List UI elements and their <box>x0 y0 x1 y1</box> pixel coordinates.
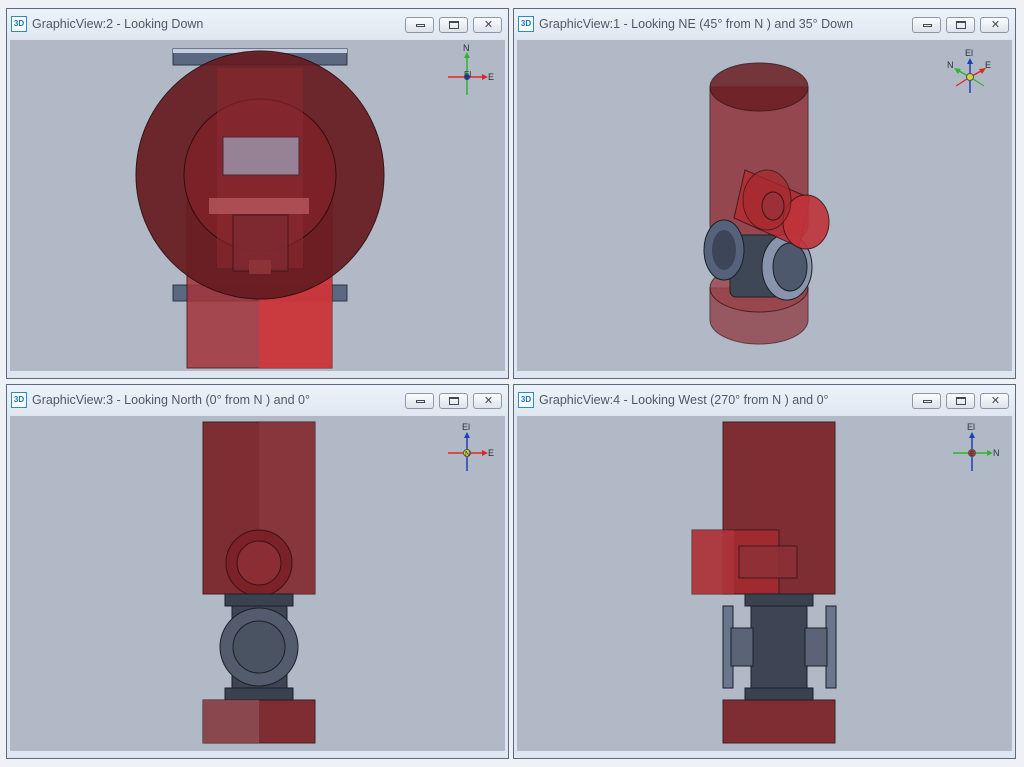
maximize-icon <box>449 397 459 405</box>
axis-label-center: E <box>970 451 975 458</box>
maximize-button[interactable] <box>439 393 468 409</box>
view-pane-looking-down[interactable]: 3D GraphicView:2 - Looking Down ✕ N E El <box>6 8 509 379</box>
axis-triad: N E El <box>448 43 494 95</box>
valve-bottom-flange <box>224 687 294 701</box>
valve-bottom-flange <box>744 687 814 701</box>
axis-label-center: El <box>464 70 471 79</box>
branch-pipe-lit <box>692 530 734 594</box>
maximize-icon <box>956 21 966 29</box>
minimize-icon <box>923 24 932 27</box>
model-render: El N E <box>691 421 1000 744</box>
pane-title: GraphicView:3 - Looking North (0° from N… <box>32 393 310 407</box>
pane-title: GraphicView:4 - Looking West (270° from … <box>539 393 829 407</box>
app-window: 3D GraphicView:2 - Looking Down ✕ N E El… <box>0 0 1024 767</box>
minimize-button[interactable] <box>912 17 941 33</box>
minimize-icon <box>416 400 425 403</box>
nozzle-left <box>730 627 754 667</box>
minimize-button[interactable] <box>912 393 941 409</box>
valve-flange-right-inner <box>772 242 808 292</box>
minimize-icon <box>416 24 425 27</box>
axis-triad: El N E <box>953 422 1000 471</box>
3d-viewport[interactable]: El N E <box>517 416 1012 751</box>
close-icon: ✕ <box>990 395 1001 407</box>
model-render: El E N <box>202 421 494 744</box>
model-render: El E N <box>703 48 991 345</box>
3d-view-icon: 3D <box>11 16 27 32</box>
valve-flange-left-inner <box>712 230 736 270</box>
3d-view-icon: 3D <box>11 392 27 408</box>
close-button[interactable]: ✕ <box>473 393 502 409</box>
3d-view-icon: 3D <box>518 392 534 408</box>
upper-cylinder-cap <box>709 62 809 112</box>
view-pane-looking-west[interactable]: 3D GraphicView:4 - Looking West (270° fr… <box>513 384 1016 759</box>
close-button[interactable]: ✕ <box>980 17 1009 33</box>
valve-face-inner <box>232 620 286 674</box>
valve-yoke <box>209 198 309 214</box>
branch-inner <box>236 540 282 586</box>
pane-titlebar[interactable]: 3D GraphicView:4 - Looking West (270° fr… <box>514 385 1015 415</box>
pane-titlebar[interactable]: 3D GraphicView:3 - Looking North (0° fro… <box>7 385 508 415</box>
axis-label-left: N <box>947 60 954 70</box>
axis-label-up: El <box>462 422 470 432</box>
axis-triad: El E N <box>947 48 991 93</box>
lower-pipe <box>722 699 836 744</box>
pane-titlebar[interactable]: 3D GraphicView:2 - Looking Down ✕ <box>7 9 508 39</box>
model-render: N E El <box>135 43 494 369</box>
lower-pipe-lit <box>203 700 259 743</box>
minimize-button[interactable] <box>405 393 434 409</box>
nozzle-right <box>804 627 828 667</box>
valve-top-flange <box>224 593 294 607</box>
close-button[interactable]: ✕ <box>980 393 1009 409</box>
close-icon: ✕ <box>483 19 494 31</box>
maximize-icon <box>956 397 966 405</box>
axis-label-right: E <box>985 60 991 70</box>
pane-title: GraphicView:1 - Looking NE (45° from N )… <box>539 17 854 31</box>
window-controls: ✕ <box>912 393 1009 409</box>
pane-title: GraphicView:2 - Looking Down <box>32 17 204 31</box>
axis-label-up: El <box>967 422 975 432</box>
maximize-button[interactable] <box>439 17 468 33</box>
window-controls: ✕ <box>405 393 502 409</box>
valve-bonnet <box>222 136 300 176</box>
window-controls: ✕ <box>405 17 502 33</box>
axis-label-right: N <box>993 448 1000 458</box>
pane-titlebar[interactable]: 3D GraphicView:1 - Looking NE (45° from … <box>514 9 1015 39</box>
3d-view-icon: 3D <box>518 16 534 32</box>
valve-stem <box>249 260 271 274</box>
maximize-button[interactable] <box>946 393 975 409</box>
axis-label-up: El <box>965 48 973 58</box>
branch-bore <box>761 191 785 221</box>
axis-triad: El E N <box>448 422 494 471</box>
minimize-icon <box>923 400 932 403</box>
maximize-button[interactable] <box>946 17 975 33</box>
view-pane-looking-north[interactable]: 3D GraphicView:3 - Looking North (0° fro… <box>6 384 509 759</box>
axis-label-right: E <box>488 72 494 82</box>
3d-viewport[interactable]: El E N <box>517 40 1012 371</box>
axis-label-right: E <box>488 448 494 458</box>
close-icon: ✕ <box>483 395 494 407</box>
close-button[interactable]: ✕ <box>473 17 502 33</box>
maximize-icon <box>449 21 459 29</box>
valve-top-flange <box>744 593 814 607</box>
view-pane-looking-ne[interactable]: 3D GraphicView:1 - Looking NE (45° from … <box>513 8 1016 379</box>
branch-valve <box>738 545 798 579</box>
axis-label-center: N <box>465 451 470 458</box>
3d-viewport[interactable]: N E El <box>10 40 505 371</box>
axis-label-up: N <box>463 43 470 53</box>
3d-viewport[interactable]: El E N <box>10 416 505 751</box>
window-controls: ✕ <box>912 17 1009 33</box>
valve-body <box>750 605 808 699</box>
close-icon: ✕ <box>990 19 1001 31</box>
minimize-button[interactable] <box>405 17 434 33</box>
